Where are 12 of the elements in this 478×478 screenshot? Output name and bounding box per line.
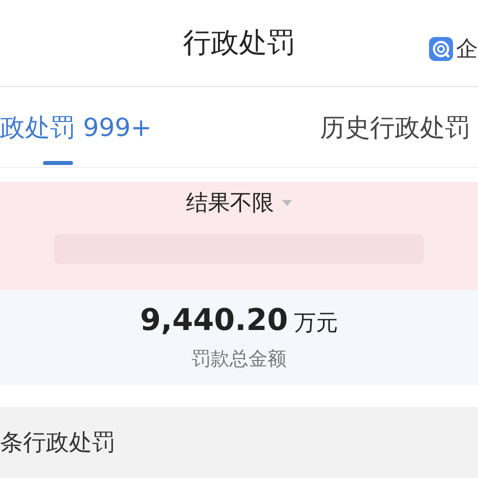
caret-icon	[282, 200, 292, 206]
amount-caption: 罚款总金额	[192, 347, 286, 372]
page-title: 行政处罚	[183, 25, 295, 61]
tab[interactable]: 政处罚 999+	[0, 87, 152, 167]
record-count-text: 条行政处罚	[0, 429, 115, 458]
total-amount: 9,440.20	[140, 303, 288, 338]
amount-unit: 万元	[294, 310, 338, 338]
tab[interactable]: 历史行政处罚	[320, 87, 470, 167]
brand-name: 企	[456, 36, 478, 64]
search-logo-icon	[429, 37, 453, 61]
result-filter-dropdown[interactable]: 结果不限	[182, 182, 296, 224]
tab-indicator	[43, 161, 73, 165]
